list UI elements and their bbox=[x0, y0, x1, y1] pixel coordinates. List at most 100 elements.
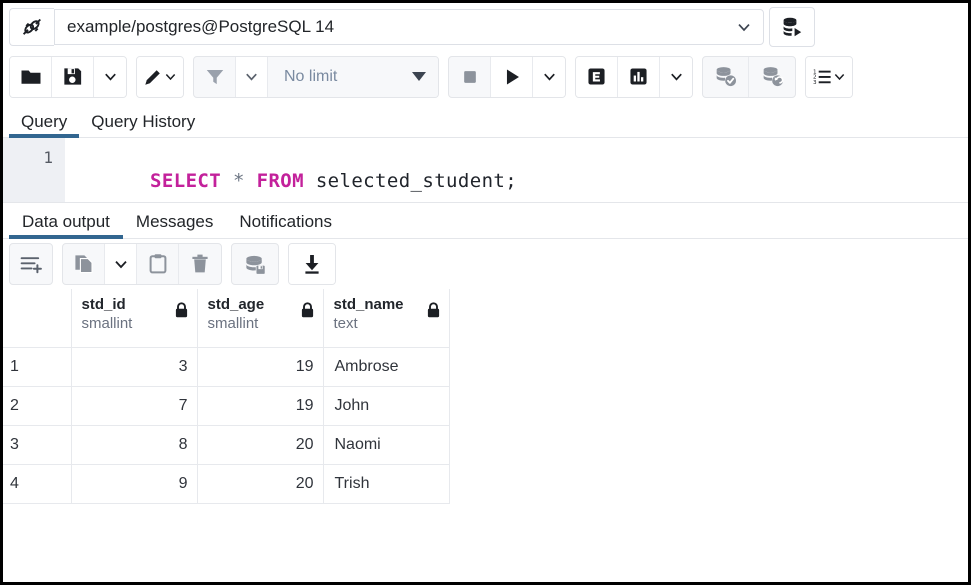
rollback-button[interactable] bbox=[749, 57, 795, 97]
copy-button[interactable] bbox=[63, 244, 105, 284]
line-number: 1 bbox=[43, 148, 53, 167]
connection-select[interactable]: example/postgres@PostgreSQL 14 bbox=[54, 8, 764, 45]
save-data-group bbox=[231, 243, 279, 285]
connection-value: example/postgres@PostgreSQL 14 bbox=[67, 16, 335, 36]
cell-std-name[interactable]: Naomi bbox=[323, 425, 450, 465]
add-row-group bbox=[9, 243, 53, 285]
chevron-down-icon[interactable] bbox=[733, 18, 755, 36]
cell-std-name[interactable]: Trish bbox=[323, 464, 450, 504]
tab-data-output-label: Data output bbox=[22, 212, 110, 231]
save-data-database-icon bbox=[245, 255, 265, 274]
column-header-std-name[interactable]: std_name text bbox=[323, 289, 450, 348]
save-file-dropdown[interactable] bbox=[94, 56, 126, 97]
paste-button[interactable] bbox=[137, 244, 179, 284]
cell-std-age[interactable]: 19 bbox=[197, 386, 324, 426]
download-csv-button[interactable] bbox=[289, 244, 335, 284]
tab-messages-label: Messages bbox=[135, 212, 214, 231]
stop-button[interactable] bbox=[449, 56, 491, 97]
tab-messages[interactable]: Messages bbox=[123, 213, 226, 238]
cell-std-age[interactable]: 20 bbox=[197, 425, 324, 465]
column-type-std-age: smallint bbox=[207, 315, 259, 333]
chevron-down-icon bbox=[670, 73, 682, 81]
cell-std-id[interactable]: 3 bbox=[71, 347, 198, 387]
delete-row-button[interactable] bbox=[179, 244, 221, 284]
explain-analyze-button[interactable] bbox=[618, 56, 660, 97]
tab-query-history[interactable]: Query History bbox=[79, 113, 207, 137]
chevron-down-icon bbox=[165, 73, 176, 81]
sql-token-from: FROM bbox=[256, 170, 304, 192]
connection-bar: example/postgres@PostgreSQL 14 bbox=[3, 3, 968, 50]
data-output-toolbar bbox=[3, 239, 968, 289]
stop-square-icon bbox=[463, 70, 476, 83]
editor-code-line[interactable]: SELECT * FROM selected_student; bbox=[65, 138, 968, 202]
table-row[interactable]: 1 3 19 Ambrose bbox=[3, 347, 450, 387]
column-name-std-id: std_id bbox=[81, 296, 126, 313]
filter-button[interactable] bbox=[194, 56, 236, 97]
column-header-std-id[interactable]: std_id smallint bbox=[71, 289, 198, 348]
tab-query-history-label: Query History bbox=[91, 112, 196, 131]
table-row[interactable]: 3 8 20 Naomi bbox=[3, 425, 450, 465]
cell-std-age[interactable]: 20 bbox=[197, 464, 324, 504]
lock-icon bbox=[174, 295, 189, 324]
filter-group: No limit bbox=[193, 55, 439, 98]
sql-token-star: * bbox=[232, 170, 245, 192]
save-file-button[interactable] bbox=[52, 56, 94, 97]
grid-body: 1 3 19 Ambrose 2 7 19 John 3 8 20 Naomi bbox=[3, 347, 450, 504]
sql-token-select: SELECT bbox=[150, 170, 222, 192]
cell-std-name[interactable]: Ambrose bbox=[323, 347, 450, 387]
table-row[interactable]: 4 9 20 Trish bbox=[3, 464, 450, 504]
editor-gutter: 1 bbox=[3, 138, 65, 202]
download-group bbox=[288, 243, 336, 285]
chevron-down-icon bbox=[114, 260, 127, 269]
execute-dropdown[interactable] bbox=[533, 56, 565, 97]
lock-glyph bbox=[427, 302, 439, 318]
column-name-std-name: std_name bbox=[333, 296, 404, 313]
save-data-changes-button[interactable] bbox=[232, 244, 278, 284]
edit-group bbox=[136, 55, 184, 98]
commit-button[interactable] bbox=[703, 56, 749, 97]
tab-notifications[interactable]: Notifications bbox=[226, 213, 345, 238]
edit-button[interactable] bbox=[137, 56, 183, 97]
macros-button[interactable]: 1 2 3 bbox=[806, 56, 852, 97]
table-row[interactable]: 2 7 19 John bbox=[3, 386, 450, 426]
cell-std-name[interactable]: John bbox=[323, 386, 450, 426]
row-number: 1 bbox=[3, 347, 72, 387]
download-icon bbox=[305, 255, 319, 274]
pencil-edit-icon bbox=[145, 69, 160, 85]
tab-data-output[interactable]: Data output bbox=[9, 212, 123, 239]
chevron-down-icon bbox=[834, 73, 845, 81]
chevron-down-icon bbox=[246, 73, 257, 81]
row-limit-select[interactable]: No limit bbox=[268, 56, 438, 97]
add-row-icon bbox=[20, 257, 42, 274]
data-output-grid-wrapper: std_id smallint std_age smallint std_nam… bbox=[3, 289, 968, 504]
chevron-down-icon bbox=[543, 73, 555, 81]
tab-query-label: Query bbox=[21, 112, 68, 131]
copy-dropdown[interactable] bbox=[105, 244, 137, 284]
column-header-std-age[interactable]: std_age smallint bbox=[197, 289, 324, 348]
tab-query[interactable]: Query bbox=[9, 112, 80, 138]
sql-token-table: selected_student; bbox=[315, 170, 518, 192]
lock-glyph bbox=[175, 302, 187, 318]
column-type-std-name: text bbox=[333, 315, 358, 333]
cell-std-id[interactable]: 8 bbox=[71, 425, 198, 465]
execute-group bbox=[448, 55, 566, 98]
explain-dropdown[interactable] bbox=[660, 56, 692, 97]
grid-header-row: std_id smallint std_age smallint std_nam… bbox=[3, 289, 450, 348]
execute-button[interactable] bbox=[491, 56, 533, 97]
cell-std-id[interactable]: 7 bbox=[71, 386, 198, 426]
cell-std-id[interactable]: 9 bbox=[71, 464, 198, 504]
database-connect-button[interactable] bbox=[769, 6, 815, 47]
open-file-button[interactable] bbox=[10, 56, 52, 97]
macros-group: 1 2 3 bbox=[805, 55, 853, 98]
data-output-grid: std_id smallint std_age smallint std_nam… bbox=[3, 289, 450, 504]
cell-std-age[interactable]: 19 bbox=[197, 347, 324, 387]
row-number: 2 bbox=[3, 386, 72, 426]
explain-button[interactable] bbox=[576, 56, 618, 97]
sql-editor[interactable]: 1 SELECT * FROM selected_student; bbox=[3, 138, 968, 203]
add-row-button[interactable] bbox=[10, 244, 52, 284]
chevron-down-glyph bbox=[738, 23, 750, 31]
copy-icon bbox=[74, 255, 93, 274]
row-limit-value: No limit bbox=[284, 67, 338, 85]
filter-dropdown[interactable] bbox=[236, 56, 268, 97]
sql-space-1 bbox=[221, 170, 233, 192]
